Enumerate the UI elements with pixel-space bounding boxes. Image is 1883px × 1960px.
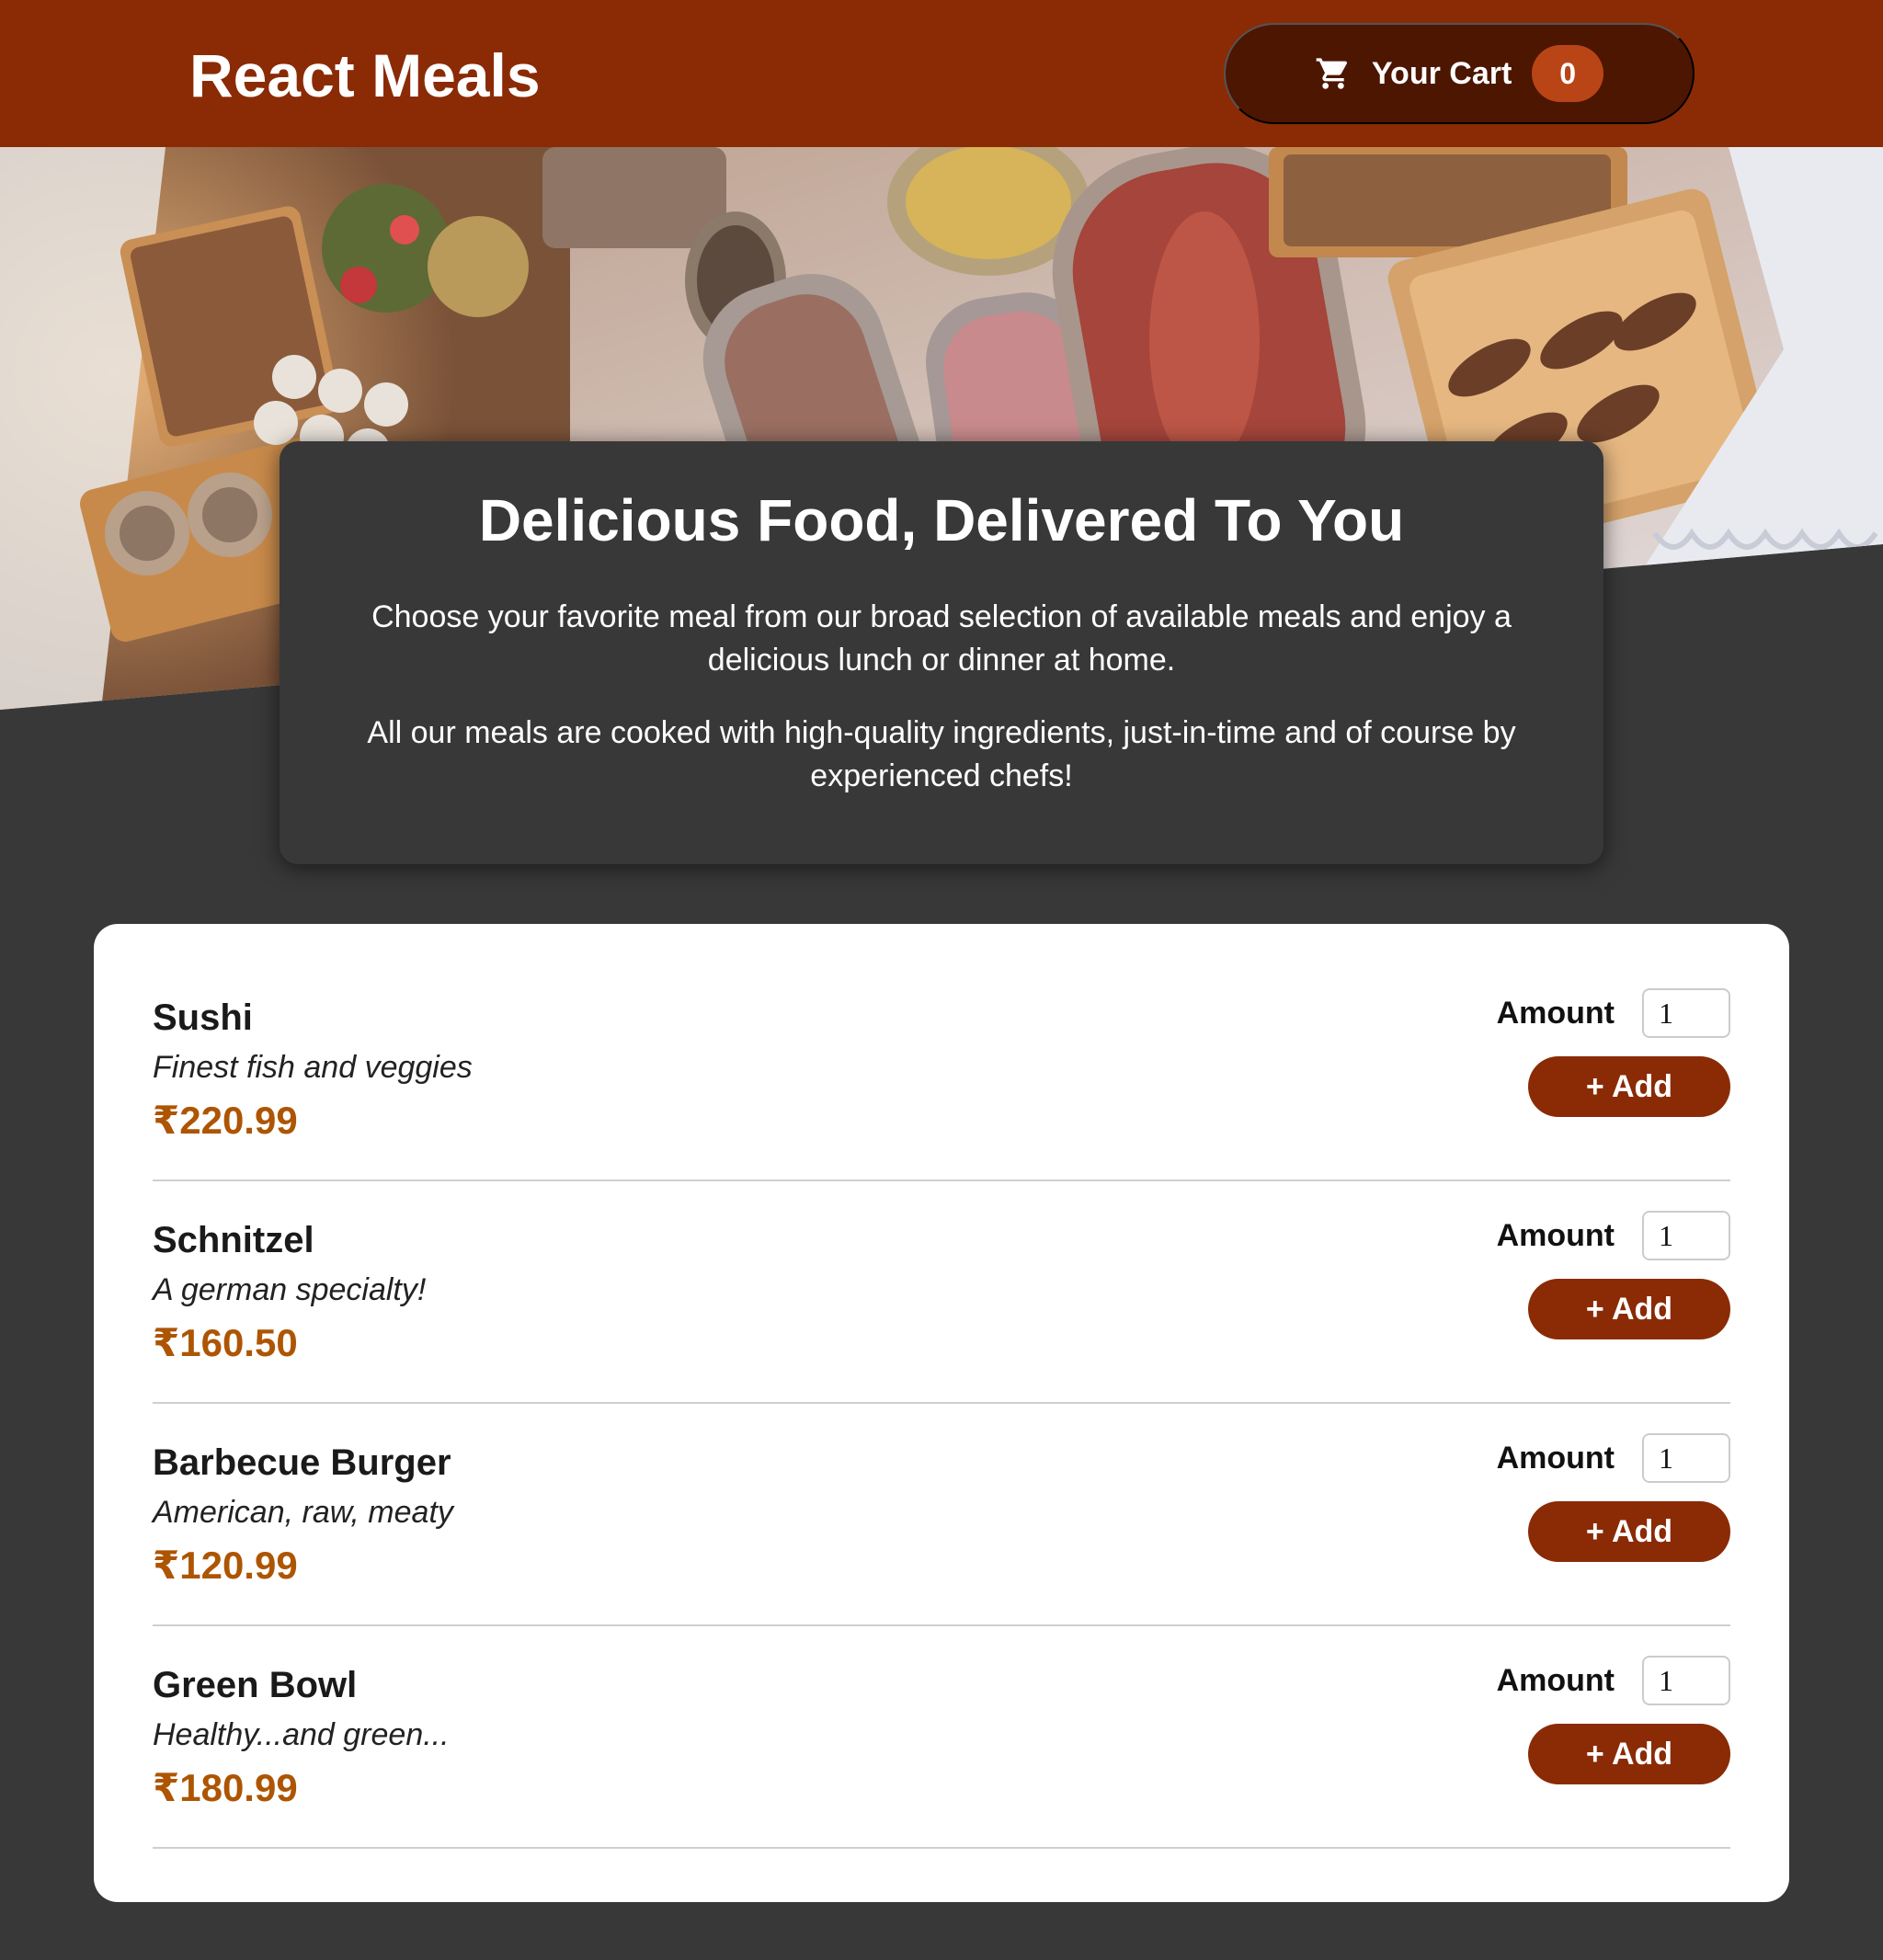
cart-count-badge: 0 — [1532, 45, 1604, 102]
meal-item-green-bowl: Green Bowl Healthy...and green... ₹180.9… — [153, 1626, 1730, 1849]
cart-icon — [1315, 55, 1352, 92]
meal-item-schnitzel: Schnitzel A german specialty! ₹160.50 Am… — [153, 1181, 1730, 1404]
meal-description: American, raw, meaty — [153, 1495, 453, 1530]
amount-input[interactable] — [1642, 1656, 1730, 1705]
meal-name: Barbecue Burger — [153, 1442, 451, 1483]
cart-label: Your Cart — [1371, 55, 1512, 91]
meal-description: A german specialty! — [153, 1272, 427, 1307]
amount-label: Amount — [1496, 1662, 1615, 1698]
amount-label: Amount — [1496, 995, 1615, 1031]
meals-summary-card: Delicious Food, Delivered To You Choose … — [280, 441, 1603, 864]
meal-name: Schnitzel — [153, 1220, 314, 1260]
app-header: React Meals Your Cart 0 — [0, 0, 1883, 147]
add-button[interactable]: + Add — [1528, 1056, 1730, 1117]
meal-description: Finest fish and veggies — [153, 1050, 473, 1085]
summary-paragraph-2: All our meals are cooked with high-quali… — [367, 715, 1516, 793]
meal-price: ₹220.99 — [153, 1099, 298, 1142]
meal-price: ₹120.99 — [153, 1544, 298, 1587]
cart-button[interactable]: Your Cart 0 — [1224, 23, 1695, 124]
add-button[interactable]: + Add — [1528, 1724, 1730, 1784]
amount-row: Amount — [1497, 1433, 1730, 1483]
amount-row: Amount — [1497, 988, 1730, 1038]
meals-list-card: Sushi Finest fish and veggies ₹220.99 Am… — [94, 924, 1789, 1902]
meal-price: ₹180.99 — [153, 1766, 298, 1809]
amount-input[interactable] — [1642, 1211, 1730, 1260]
amount-label: Amount — [1496, 1440, 1615, 1476]
add-button[interactable]: + Add — [1528, 1501, 1730, 1562]
add-button[interactable]: + Add — [1528, 1279, 1730, 1339]
meal-description: Healthy...and green... — [153, 1717, 450, 1752]
app-title: React Meals — [189, 41, 541, 109]
amount-row: Amount — [1497, 1656, 1730, 1705]
meal-price: ₹160.50 — [153, 1321, 298, 1364]
meal-item-barbecue-burger: Barbecue Burger American, raw, meaty ₹12… — [153, 1404, 1730, 1626]
amount-row: Amount — [1497, 1211, 1730, 1260]
amount-input[interactable] — [1642, 1433, 1730, 1483]
summary-title: Delicious Food, Delivered To You — [478, 487, 1405, 553]
meal-item-sushi: Sushi Finest fish and veggies ₹220.99 Am… — [153, 959, 1730, 1181]
amount-input[interactable] — [1642, 988, 1730, 1038]
amount-label: Amount — [1496, 1217, 1615, 1253]
meal-name: Sushi — [153, 997, 253, 1038]
meal-name: Green Bowl — [153, 1665, 358, 1705]
summary-paragraph-1: Choose your favorite meal from our broad… — [371, 599, 1512, 678]
